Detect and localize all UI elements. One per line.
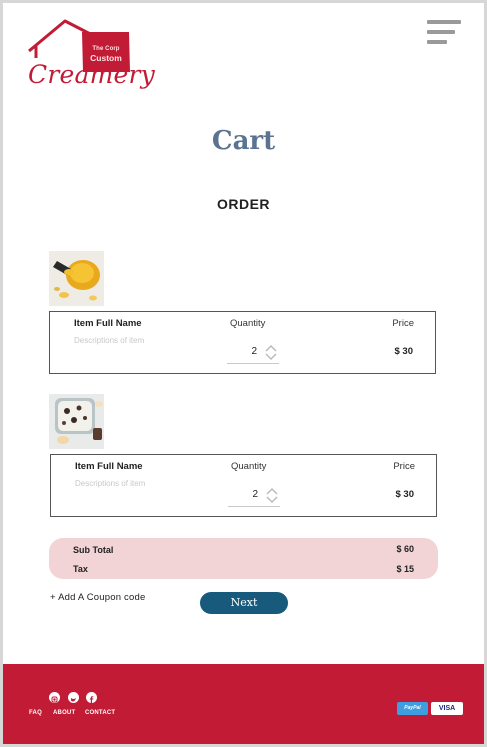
chevron-down-icon[interactable] xyxy=(266,496,278,504)
brand-logo[interactable]: The Corp Custom Creamery xyxy=(26,18,155,98)
quantity-stepper[interactable]: 2 xyxy=(228,485,280,507)
twitter-icon[interactable] xyxy=(68,692,79,703)
footer-link-about[interactable]: ABOUT xyxy=(53,710,75,716)
quantity-value: 2 xyxy=(252,489,258,500)
hamburger-menu-icon[interactable] xyxy=(427,20,461,46)
order-summary: Sub Total $ 60 Tax $ 15 xyxy=(49,538,438,579)
chevron-down-icon[interactable] xyxy=(265,353,277,361)
brand-corp-text: The Corp xyxy=(92,46,120,52)
footer-link-contact[interactable]: CONTACT xyxy=(85,710,115,716)
item-image xyxy=(49,394,104,449)
chevron-up-icon[interactable] xyxy=(265,344,277,352)
item-description: Descriptions of item xyxy=(75,479,146,488)
quantity-value: 2 xyxy=(251,346,257,357)
subtotal-label: Sub Total xyxy=(73,545,114,555)
tax-label: Tax xyxy=(73,564,88,574)
cart-item-card: Item Full Name Descriptions of item Quan… xyxy=(49,311,436,374)
item-price: $ 30 xyxy=(395,489,415,500)
item-name: Item Full Name xyxy=(75,461,143,472)
price-label: Price xyxy=(392,318,414,329)
next-button[interactable]: Next xyxy=(200,592,288,614)
footer: FAQ ABOUT CONTACT PayPal VISA xyxy=(3,664,484,744)
add-coupon-link[interactable]: + Add A Coupon code xyxy=(50,592,145,603)
menu-line xyxy=(427,20,461,24)
item-name: Item Full Name xyxy=(74,318,142,329)
visa-icon: VISA xyxy=(431,702,463,715)
cookies-cream-image xyxy=(49,394,104,449)
item-price: $ 30 xyxy=(394,346,414,357)
menu-line xyxy=(427,40,447,44)
facebook-icon[interactable] xyxy=(86,692,97,703)
item-description: Descriptions of item xyxy=(74,336,145,345)
page-title: Cart xyxy=(211,126,276,156)
menu-line xyxy=(427,30,455,34)
item-image xyxy=(49,251,104,306)
quantity-label: Quantity xyxy=(231,461,267,472)
paypal-icon: PayPal xyxy=(397,702,428,715)
instagram-icon[interactable] xyxy=(49,692,60,703)
tax-value: $ 15 xyxy=(396,564,414,574)
subtotal-value: $ 60 xyxy=(396,544,414,554)
cart-item-card: Item Full Name Descriptions of item Quan… xyxy=(50,454,437,517)
chevron-up-icon[interactable] xyxy=(266,487,278,495)
mango-icecream-image xyxy=(49,251,104,306)
quantity-stepper[interactable]: 2 xyxy=(227,342,279,364)
brand-name: Creamery xyxy=(28,60,155,89)
price-label: Price xyxy=(393,461,415,472)
quantity-label: Quantity xyxy=(230,318,266,329)
footer-link-faq[interactable]: FAQ xyxy=(29,710,42,716)
order-heading: ORDER xyxy=(216,196,271,212)
